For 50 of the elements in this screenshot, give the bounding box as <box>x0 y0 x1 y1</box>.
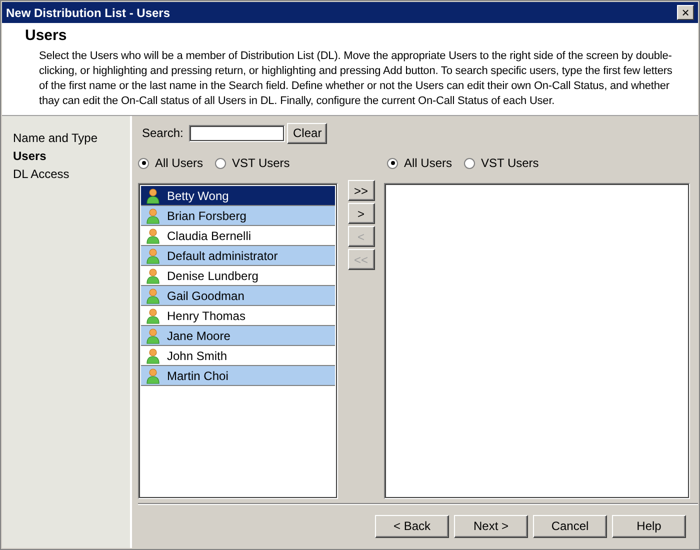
user-name: Brian Forsberg <box>167 208 246 222</box>
radio-button[interactable] <box>387 158 398 168</box>
move-button[interactable]: > <box>348 203 374 224</box>
user-row[interactable]: Brian Forsberg <box>141 206 335 226</box>
user-icon <box>146 368 160 384</box>
user-icon <box>146 228 160 244</box>
user-icon <box>146 248 160 264</box>
user-name: Denise Lundberg <box>167 268 258 282</box>
move-button[interactable]: >> <box>348 180 374 201</box>
user-icon <box>146 328 160 344</box>
radio-button[interactable] <box>464 158 476 168</box>
user-name: John Smith <box>167 348 228 362</box>
user-row[interactable]: Martin Choi <box>141 366 335 386</box>
sidebar-item[interactable]: Users <box>13 148 130 164</box>
search-label: Search: <box>142 126 184 140</box>
clear-button[interactable]: Clear <box>287 122 328 144</box>
user-icon <box>146 288 160 304</box>
user-icon <box>146 308 160 324</box>
window-title: New Distribution List - Users <box>6 6 170 20</box>
user-name: Gail Goodman <box>167 288 244 302</box>
sidebar-item[interactable]: Name and Type <box>13 130 130 146</box>
user-name: Jane Moore <box>167 328 230 342</box>
sidebar-item[interactable]: DL Access <box>13 166 130 182</box>
radio-label: All Users <box>404 156 452 170</box>
radio-label: VST Users <box>481 156 539 170</box>
close-button[interactable]: × <box>677 5 694 20</box>
user-icon <box>146 208 160 224</box>
user-row[interactable]: Betty Wong <box>141 186 335 206</box>
radio-button[interactable] <box>215 158 226 168</box>
radio-button[interactable] <box>138 158 149 168</box>
page-heading: Users <box>25 27 68 44</box>
user-name: Henry Thomas <box>167 308 246 322</box>
user-name: Betty Wong <box>167 188 229 202</box>
user-icon <box>146 268 160 284</box>
user-icon <box>146 348 160 364</box>
back-button[interactable]: < Back <box>375 514 449 538</box>
next-button[interactable]: Next > <box>454 514 528 538</box>
search-field[interactable] <box>189 124 286 142</box>
radio-label: VST Users <box>232 156 290 170</box>
user-row[interactable]: Jane Moore <box>141 326 335 346</box>
user-row[interactable]: Default administrator <box>141 246 335 266</box>
user-name: Claudia Bernelli <box>167 228 252 242</box>
cancel-button[interactable]: Cancel <box>533 514 607 538</box>
user-name: Martin Choi <box>167 368 228 382</box>
user-name: Default administrator <box>167 248 278 262</box>
radio-label: All Users <box>155 156 204 170</box>
help-button[interactable]: Help <box>612 514 686 538</box>
description-text: Select the Users who will be a member of Distribution List (DL). Move the appropriate Users to the right side of the screen by double-clicking, or highlighting and pressing return, or highlighting and pressing Add button. To search specific users, type the first few letters of the first name or the last name in the Search field. Define whether or not the Users can edit their own On-Call Status, and whether thay can edit the On-Call status of all Users in DL. Finally, configure the current On-Call Status of each User. <box>39 49 674 110</box>
user-icon <box>146 188 160 204</box>
user-row[interactable]: Gail Goodman <box>141 286 335 306</box>
